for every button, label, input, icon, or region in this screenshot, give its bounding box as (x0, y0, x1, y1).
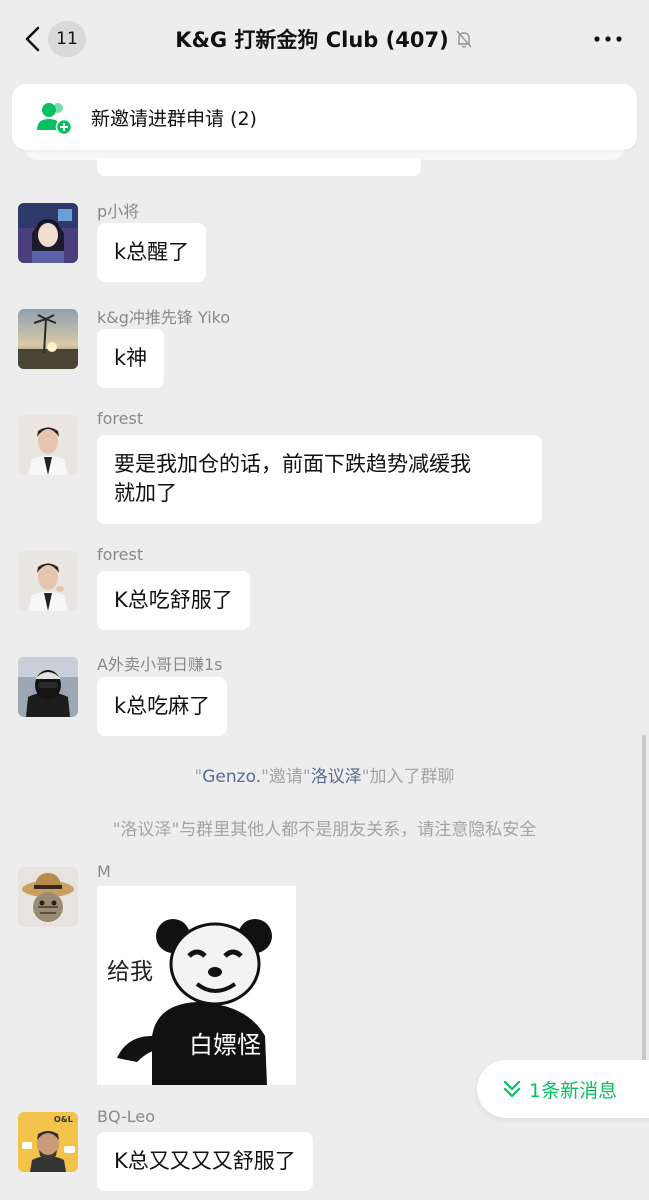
invitee-link[interactable]: 洛议泽 (311, 767, 362, 787)
unread-count-badge[interactable]: 11 (48, 21, 86, 57)
message-text-line-2: 就加了 (114, 481, 177, 505)
double-chevron-down-icon (503, 1080, 521, 1098)
group-invite-icon (37, 103, 73, 136)
message-text: K总又又又又舒服了 (114, 1149, 296, 1173)
message-bubble[interactable]: k总醒了 (97, 223, 207, 282)
message-text: k总吃麻了 (114, 694, 211, 718)
sender-name: k&g冲推先锋 Yiko (97, 308, 231, 327)
message-bubble[interactable]: K总又又又又舒服了 (97, 1132, 313, 1191)
message-bubble[interactable]: K总吃舒服了 (97, 571, 250, 630)
invite-requests-label: 新邀请进群申请 (2) (91, 108, 257, 130)
avatar[interactable] (18, 657, 78, 717)
more-icon[interactable] (592, 30, 624, 48)
avatar[interactable] (18, 551, 78, 611)
inviter-link[interactable]: Genzo. (202, 767, 261, 787)
sticker-caption-belly: 白嫖怪 (189, 1031, 261, 1059)
message-bubble[interactable]: k总吃麻了 (97, 677, 228, 736)
previous-message-bubble (97, 158, 421, 176)
sender-name: A外卖小哥日赚1s (97, 655, 223, 674)
chevron-left-icon[interactable] (20, 24, 50, 54)
avatar[interactable]: O&L (18, 1112, 78, 1172)
message-text-line-1: 要是我加仓的话，前面下跌趋势减缓我 (114, 452, 471, 476)
sender-name: p小将 (97, 202, 140, 221)
invite-mid-text: "邀请" (261, 767, 311, 787)
avatar[interactable] (18, 415, 78, 475)
chat-title-group[interactable]: K&G 打新金狗 Club (407) (120, 22, 530, 56)
message-bubble[interactable]: 要是我加仓的话，前面下跌趋势减缓我 就加了 (97, 435, 542, 524)
avatar[interactable] (18, 867, 78, 927)
avatar[interactable] (18, 309, 78, 369)
scrollbar[interactable] (642, 735, 646, 1070)
sender-name: M (97, 862, 111, 881)
sticker-message[interactable]: 给我 白嫖怪 (97, 886, 296, 1085)
invite-end-text: "加入了群聊 (361, 767, 455, 787)
chat-title: K&G 打新金狗 Club (407) (175, 28, 449, 52)
message-text: k神 (114, 346, 148, 370)
new-messages-button[interactable]: 1条新消息 (477, 1060, 649, 1118)
avatar-badge-text: O&L (54, 1115, 73, 1124)
message-text: k总醒了 (114, 240, 190, 264)
sticker-caption-left: 给我 (107, 959, 153, 985)
sender-name: forest (97, 545, 144, 564)
sender-name: forest (97, 409, 144, 428)
new-messages-label: 1条新消息 (529, 1079, 618, 1102)
message-bubble[interactable]: k神 (97, 329, 165, 388)
avatar[interactable] (18, 203, 78, 263)
privacy-notice: "洛议泽"与群里其他人都不是朋友关系，请注意隐私安全 (112, 820, 537, 840)
chat-header: 11 K&G 打新金狗 Club (407) (0, 0, 649, 78)
system-join-notice: "Genzo."邀请"洛议泽"加入了群聊 (0, 762, 649, 787)
message-text: K总吃舒服了 (114, 588, 233, 612)
mute-bell-icon (456, 30, 472, 48)
sender-name: BQ-Leo (97, 1107, 156, 1126)
